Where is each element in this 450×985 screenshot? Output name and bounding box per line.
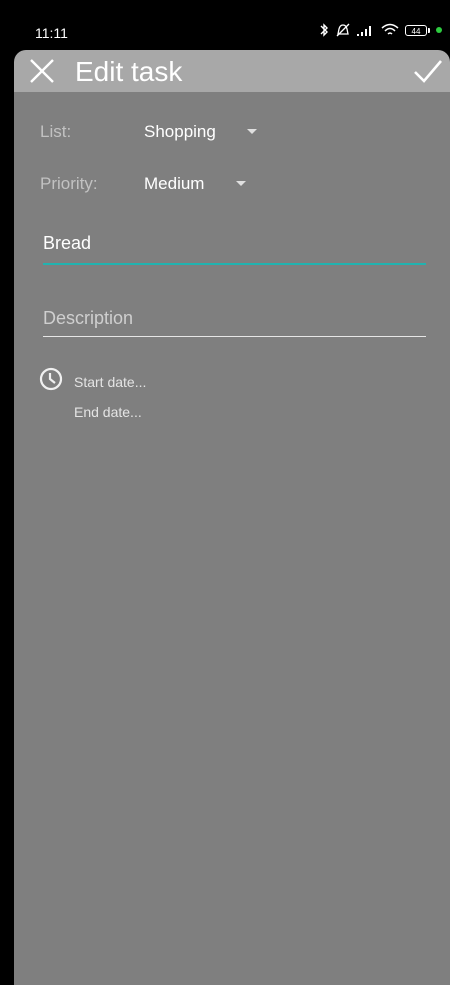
priority-dropdown[interactable]: Medium (144, 174, 254, 196)
page-title: Edit task (75, 56, 183, 87)
battery-level: 44 (405, 24, 427, 36)
task-name-input[interactable]: Bread (43, 233, 426, 265)
list-value: Shopping (144, 122, 216, 141)
green-dot-icon (436, 27, 442, 33)
status-time: 11:11 (35, 25, 68, 41)
close-icon[interactable] (28, 57, 56, 85)
signal-icon (357, 26, 371, 36)
edit-task-form: List: Shopping Priority: Medium Bread De… (14, 92, 450, 985)
bluetooth-icon (320, 23, 328, 37)
battery-icon: 44 (405, 24, 430, 36)
list-label: List: (40, 122, 72, 141)
mute-icon (336, 23, 350, 37)
priority-label: Priority: (40, 174, 98, 193)
clock-icon (39, 367, 63, 391)
list-dropdown[interactable]: Shopping (144, 122, 264, 144)
status-bar: 11:11 44 (14, 0, 450, 50)
app-bar: Edit task (14, 50, 450, 92)
priority-value: Medium (144, 174, 205, 193)
chevron-down-icon (236, 181, 246, 186)
start-date-field[interactable]: Start date... (74, 374, 146, 390)
status-icons: 44 (319, 23, 442, 37)
check-icon[interactable] (412, 56, 444, 86)
phone-screen: 11:11 44 Edit task List: Shopping Priori… (14, 0, 450, 985)
wifi-icon (381, 23, 399, 35)
description-input[interactable]: Description (43, 308, 426, 337)
chevron-down-icon (247, 129, 257, 134)
end-date-field[interactable]: End date... (74, 404, 142, 420)
description-placeholder: Description (43, 308, 134, 328)
task-name-value: Bread (43, 233, 92, 253)
